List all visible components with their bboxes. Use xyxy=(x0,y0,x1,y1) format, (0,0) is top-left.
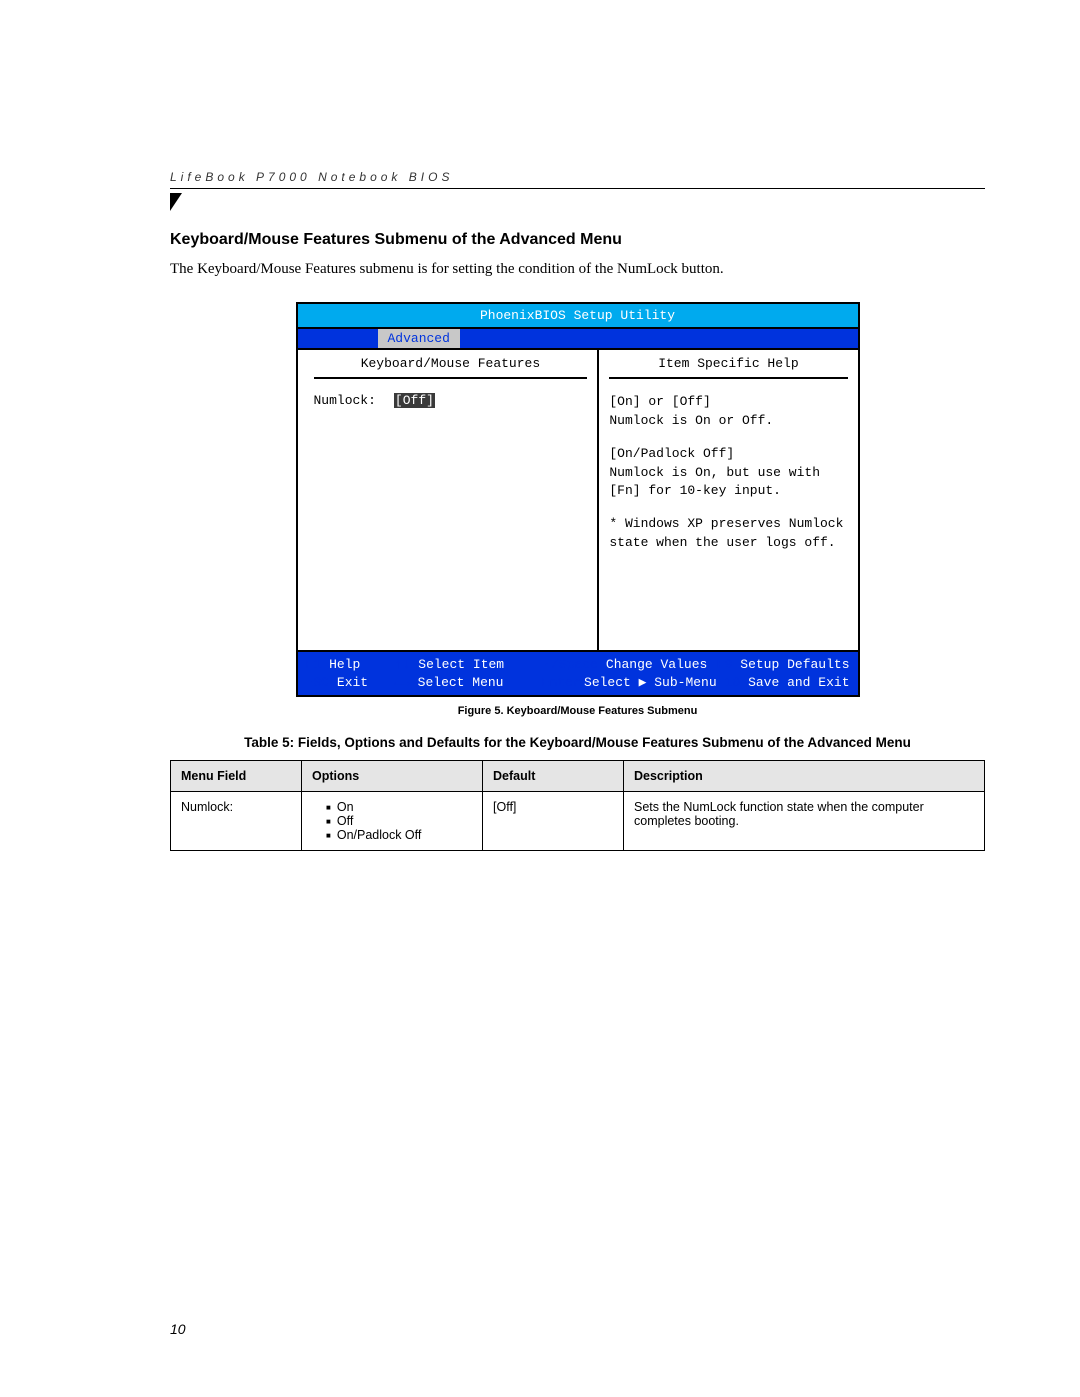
page-number: 10 xyxy=(170,1321,186,1337)
th-options: Options xyxy=(302,761,483,792)
bios-help-pane: Item Specific Help [On] or [Off] Numlock… xyxy=(599,350,857,650)
bios-field-label: Numlock: xyxy=(314,393,376,408)
bios-field-value[interactable]: [Off] xyxy=(394,393,435,408)
table-header-row: Menu Field Options Default Description xyxy=(171,761,985,792)
bios-left-title: Keyboard/Mouse Features xyxy=(314,356,588,379)
table-caption: Table 5: Fields, Options and Defaults fo… xyxy=(170,735,985,750)
th-menu-field: Menu Field xyxy=(171,761,302,792)
th-default: Default xyxy=(483,761,624,792)
bios-title: PhoenixBIOS Setup Utility xyxy=(298,304,858,329)
bios-footer: F1Help ↑↓Select Item -/SpaceChange Value… xyxy=(298,650,858,695)
running-header: LifeBook P7000 Notebook BIOS xyxy=(170,170,985,189)
header-mark-icon xyxy=(170,193,182,211)
bios-menubar: Advanced xyxy=(298,329,858,350)
section-title: Keyboard/Mouse Features Submenu of the A… xyxy=(170,231,985,249)
cell-menu-field: Numlock: xyxy=(171,792,302,851)
th-description: Description xyxy=(624,761,985,792)
cell-options: On Off On/Padlock Off xyxy=(302,792,483,851)
manual-page: LifeBook P7000 Notebook BIOS Keyboard/Mo… xyxy=(0,0,1080,1397)
bios-help-text: [On] or [Off] Numlock is On or Off. [On/… xyxy=(609,393,847,567)
bios-help-title: Item Specific Help xyxy=(609,356,847,379)
cell-description: Sets the NumLock function state when the… xyxy=(624,792,985,851)
bios-screenshot: PhoenixBIOS Setup Utility Advanced Keybo… xyxy=(296,302,860,697)
bios-left-pane: Keyboard/Mouse Features Numlock: [Off] xyxy=(298,350,600,650)
spec-table: Menu Field Options Default Description N… xyxy=(170,760,985,851)
table-row: Numlock: On Off On/Padlock Off [Off] Set… xyxy=(171,792,985,851)
cell-default: [Off] xyxy=(483,792,624,851)
section-intro: The Keyboard/Mouse Features submenu is f… xyxy=(170,259,985,280)
bios-tab-advanced[interactable]: Advanced xyxy=(378,329,460,348)
figure-caption: Figure 5. Keyboard/Mouse Features Submen… xyxy=(170,705,985,717)
bios-field-numlock[interactable]: Numlock: [Off] xyxy=(314,393,588,408)
